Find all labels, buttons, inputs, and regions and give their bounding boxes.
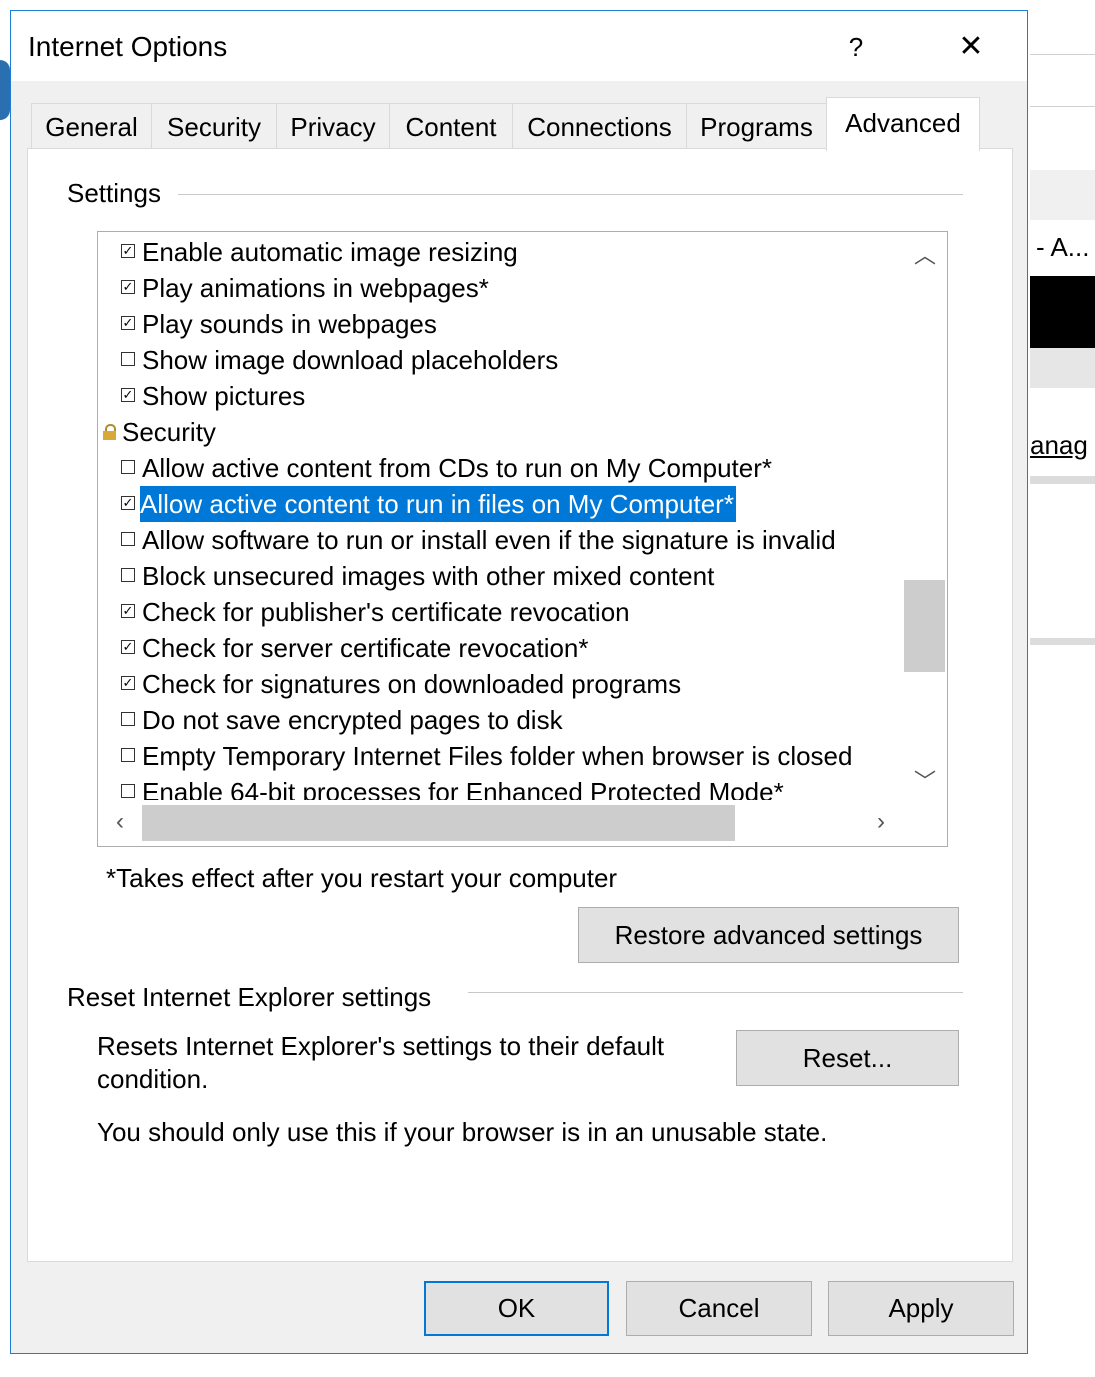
- tab-connections[interactable]: Connections: [512, 103, 687, 149]
- checkbox-checked-icon[interactable]: ✓: [121, 244, 135, 258]
- checkbox-unchecked-icon[interactable]: [121, 352, 135, 366]
- restart-note: *Takes effect after you restart your com…: [106, 863, 618, 893]
- checkbox-checked-icon[interactable]: ✓: [121, 604, 135, 618]
- background-divider: [1030, 54, 1095, 55]
- restore-advanced-settings-button[interactable]: Restore advanced settings: [578, 907, 959, 963]
- scroll-up-icon[interactable]: ︿: [903, 238, 947, 270]
- checkbox-checked-icon[interactable]: ✓: [121, 388, 135, 402]
- scroll-down-icon[interactable]: ﹀: [903, 764, 947, 796]
- title-bar[interactable]: Internet Options ? ✕: [11, 11, 1027, 81]
- setting-label: Show pictures: [142, 381, 306, 411]
- tab-content[interactable]: Content: [389, 103, 513, 149]
- setting-label: Allow active content from CDs to run on …: [142, 453, 773, 483]
- reset-description: Resets Internet Explorer's settings to t…: [97, 1031, 665, 1094]
- checkbox-unchecked-icon[interactable]: [121, 784, 135, 798]
- background-link-fragment[interactable]: anag: [1030, 430, 1088, 461]
- lock-icon: [103, 424, 116, 440]
- apply-button[interactable]: Apply: [828, 1281, 1014, 1336]
- tab-security[interactable]: Security: [151, 103, 277, 149]
- tab-advanced[interactable]: Advanced: [826, 97, 980, 151]
- settings-list[interactable]: ✓ Enable automatic image resizing ✓ Play an…: [97, 231, 948, 847]
- reset-warning: You should only use this if your browser…: [97, 1117, 828, 1147]
- checkbox-checked-icon[interactable]: ✓: [121, 676, 135, 690]
- advanced-tab-panel: Settings ✓ Enable automatic image resizin…: [27, 148, 1013, 1262]
- setting-label: Play animations in webpages*: [142, 273, 489, 303]
- checkbox-unchecked-icon[interactable]: [121, 460, 135, 474]
- vertical-scrollbar[interactable]: ︿ ﹀: [903, 232, 947, 800]
- scroll-left-icon[interactable]: ‹: [98, 808, 142, 836]
- setting-label: Empty Temporary Internet Files folder wh…: [142, 741, 853, 771]
- background-panel: [1030, 170, 1095, 220]
- cancel-button[interactable]: Cancel: [626, 1281, 812, 1336]
- setting-label-selected: Allow active content to run in files on …: [140, 486, 736, 522]
- close-button[interactable]: ✕: [946, 25, 996, 69]
- setting-label: Check for publisher's certificate revoca…: [142, 597, 630, 627]
- internet-options-dialog: Internet Options ? ✕ General Security Pr…: [10, 10, 1028, 1354]
- reset-group-label: Reset Internet Explorer settings: [67, 982, 442, 1013]
- checkbox-unchecked-icon[interactable]: [121, 568, 135, 582]
- window-title: Internet Options: [28, 31, 228, 62]
- background-divider: [1030, 106, 1095, 107]
- checkbox-checked-icon[interactable]: ✓: [121, 316, 135, 330]
- scroll-right-icon[interactable]: ›: [859, 808, 903, 836]
- background-bar: [1030, 638, 1095, 645]
- setting-label: Do not save encrypted pages to disk: [142, 705, 563, 735]
- tab-privacy[interactable]: Privacy: [276, 103, 390, 149]
- setting-label: Allow software to run or install even if…: [142, 525, 836, 555]
- setting-label: Block unsecured images with other mixed …: [142, 561, 715, 591]
- setting-label: Play sounds in webpages: [142, 309, 437, 339]
- help-button[interactable]: ?: [831, 25, 881, 69]
- horizontal-scrollbar[interactable]: ‹ ›: [98, 800, 903, 846]
- setting-label: Enable 64-bit processes for Enhanced Pro…: [142, 777, 784, 800]
- tab-general[interactable]: General: [31, 103, 152, 149]
- background-app-icon: [0, 60, 10, 120]
- setting-label: Check for server certificate revocation*: [142, 633, 589, 663]
- background-gray-bar: [1030, 348, 1095, 388]
- background-left: [0, 0, 10, 1377]
- reset-group-line: [468, 992, 963, 993]
- reset-button[interactable]: Reset...: [736, 1030, 959, 1086]
- checkbox-unchecked-icon[interactable]: [121, 748, 135, 762]
- scroll-corner: [903, 800, 947, 846]
- checkbox-unchecked-icon[interactable]: [121, 532, 135, 546]
- ok-button[interactable]: OK: [424, 1281, 609, 1336]
- horizontal-scroll-thumb[interactable]: [142, 805, 735, 841]
- settings-group-line: [178, 194, 963, 195]
- background-bar: [1030, 476, 1095, 484]
- setting-label: Enable automatic image resizing: [142, 237, 518, 267]
- settings-group-label: Settings: [67, 178, 171, 209]
- checkbox-checked-icon[interactable]: ✓: [121, 640, 135, 654]
- background-title-fragment: - A...: [1036, 232, 1090, 262]
- tab-programs[interactable]: Programs: [686, 103, 827, 149]
- category-label: Security: [122, 417, 216, 447]
- background-black-bar: [1030, 276, 1095, 348]
- settings-list-items: ✓ Enable automatic image resizing ✓ Play an…: [98, 232, 903, 800]
- checkbox-checked-icon[interactable]: ✓: [121, 280, 135, 294]
- setting-label: Check for signatures on downloaded progr…: [142, 669, 682, 699]
- checkbox-checked-icon[interactable]: ✓: [121, 496, 135, 510]
- setting-label: Show image download placeholders: [142, 345, 559, 375]
- vertical-scroll-thumb[interactable]: [904, 580, 945, 672]
- checkbox-unchecked-icon[interactable]: [121, 712, 135, 726]
